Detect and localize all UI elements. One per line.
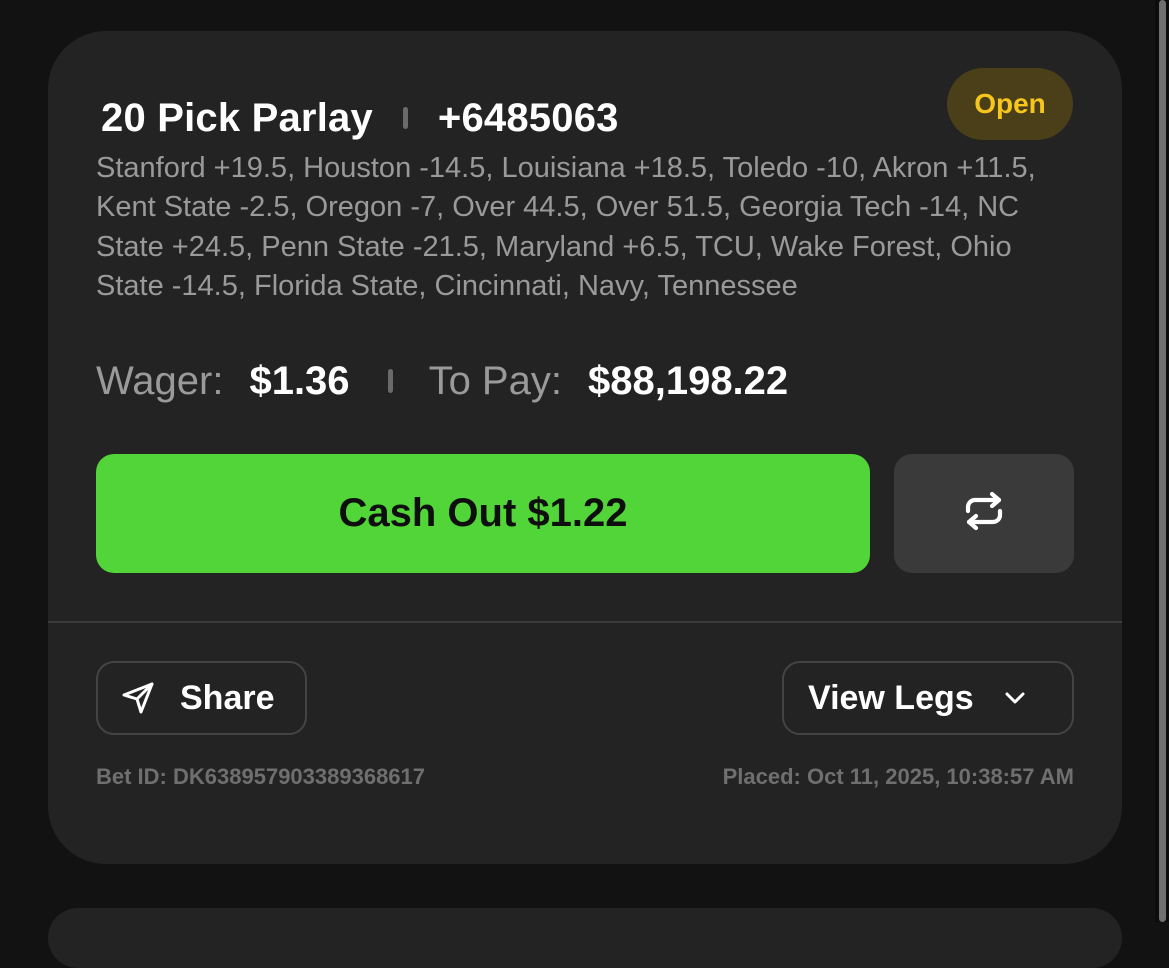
bet-header: 20 Pick Parlay +6485063 bbox=[101, 93, 619, 143]
send-icon bbox=[120, 680, 156, 716]
swap-arrows-icon bbox=[962, 491, 1006, 536]
share-button[interactable]: Share bbox=[96, 661, 307, 735]
share-label: Share bbox=[180, 678, 275, 717]
bet-title: 20 Pick Parlay bbox=[101, 95, 373, 140]
title-separator bbox=[402, 107, 408, 129]
bet-odds: +6485063 bbox=[437, 95, 619, 140]
cash-out-button[interactable]: Cash Out $1.22 bbox=[96, 454, 870, 573]
chevron-down-icon bbox=[1004, 691, 1026, 705]
totals-row: Wager: $1.36 To Pay: $88,198.22 bbox=[96, 356, 788, 406]
bet-card: 20 Pick Parlay +6485063 Open Stanford +1… bbox=[48, 31, 1122, 864]
view-legs-button[interactable]: View Legs bbox=[782, 661, 1074, 735]
next-bet-card bbox=[48, 908, 1122, 968]
swap-button[interactable] bbox=[894, 454, 1074, 573]
to-pay-value: $88,198.22 bbox=[587, 358, 789, 403]
to-pay-label: To Pay: bbox=[428, 358, 562, 403]
legs-summary: Stanford +19.5, Houston -14.5, Louisiana… bbox=[96, 152, 1036, 302]
totals-separator bbox=[387, 369, 393, 393]
wager-label: Wager: bbox=[96, 358, 224, 403]
scrollbar-track[interactable] bbox=[1155, 0, 1169, 922]
wager-value: $1.36 bbox=[249, 358, 350, 403]
card-divider bbox=[48, 621, 1122, 623]
scrollbar-thumb[interactable] bbox=[1159, 0, 1166, 922]
view-legs-label: View Legs bbox=[808, 678, 974, 717]
placed-timestamp: Placed: Oct 11, 2025, 10:38:57 AM bbox=[722, 764, 1074, 789]
bet-id: Bet ID: DK638957903389368617 bbox=[96, 764, 426, 789]
status-badge: Open bbox=[947, 68, 1073, 140]
